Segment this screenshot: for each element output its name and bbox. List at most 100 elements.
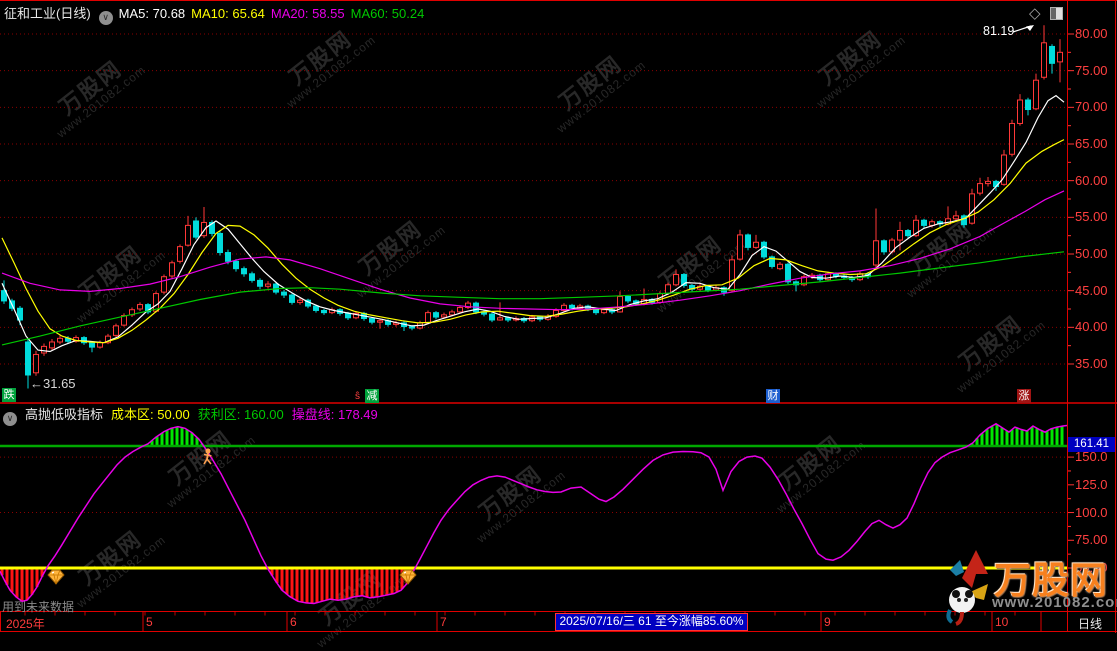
candle-body [898,231,903,241]
indicator-bar-down [321,568,324,601]
indicator-bar-up [1026,431,1029,446]
price-axis-label: 50.00 [1075,246,1108,261]
candle-body [410,327,415,328]
candle-body [90,343,95,347]
candle-body [346,313,351,317]
candle-body [834,274,839,276]
badge-fall: 跌 [2,388,16,402]
ma-line-ma60 [2,252,1064,345]
indicator-axis-label: 100.0 [1075,505,1108,520]
price-axis-label: 80.00 [1075,26,1108,41]
candle-body [1018,100,1023,123]
indicator-axis-label: 75.00 [1075,532,1108,547]
indicator-bar-down [346,568,349,599]
candle-body [778,264,783,268]
candle-body [322,310,327,312]
year-label[interactable]: 2025年 [6,615,45,632]
candle-body [114,326,119,336]
indicator-bar-down [366,568,369,597]
indicator-bar-up [996,424,999,446]
indicator-bar-down [286,568,289,594]
candle-body [258,280,263,286]
candle-body [874,241,879,265]
badge-rise: 涨 [1017,389,1031,403]
ma-line-ma5 [2,96,1064,352]
indicator-current-value: 161.41 [1068,437,1115,452]
indicator-header: ∨高抛低吸指标成本区: 50.00获利区: 160.00操盘线: 178.49 [3,404,386,426]
candle-body [290,295,295,302]
indicator-bar-down [396,568,399,592]
indicator-bar-up [1061,426,1064,446]
indicator-bar-up [161,433,164,446]
indicator-bar-down [11,568,14,592]
operate-line-curve [0,424,1067,604]
operate-line-value: 操盘线: 178.49 [292,407,378,422]
candle-body [754,242,759,247]
collapse-indicator2-icon[interactable]: ∨ [3,412,17,426]
indicator-bar-down [326,568,329,600]
candle-body [98,343,103,347]
indicator-bar-up [1041,431,1044,446]
price-axis-label: 65.00 [1075,136,1108,151]
candle-body [626,297,631,301]
indicator-bar-down [316,568,319,603]
badge-s-mark: ŝ [355,391,360,402]
ma10-value: MA10: 65.64 [191,6,265,21]
candle-body [746,235,751,247]
candle-body [450,312,455,315]
candle-body [226,253,231,262]
candlestick-chart[interactable] [0,0,1117,633]
collapse-indicator-icon[interactable]: ∨ [99,11,113,25]
ma60-value: MA60: 50.24 [351,6,425,21]
candle-body [1058,52,1063,62]
indicator-bar-up [171,428,174,446]
diamond-gadget-icon[interactable]: ◇ [1029,4,1041,22]
price-axis-label: 60.00 [1075,173,1108,188]
indicator-bar-up [1011,430,1014,446]
indicator-bar-down [301,568,304,602]
indicator-bar-down [336,568,339,600]
logo-url-text: www.201082.com [992,594,1117,611]
candle-body [970,194,975,223]
sell-signal-person-icon [204,448,212,464]
indicator-bar-up [1006,431,1009,446]
candle-body [442,315,447,317]
stock-title: 征和工业(日线) [4,6,91,21]
candle-body [882,241,887,252]
indicator-bar-up [1056,427,1059,446]
month-label[interactable]: 9 [824,615,831,629]
price-axis-label: 45.00 [1075,283,1108,298]
month-label[interactable]: 5 [146,615,153,629]
indicator-bar-up [176,427,179,446]
candle-body [786,264,791,282]
candle-body [162,277,167,292]
ma5-value: MA5: 70.68 [119,6,186,21]
candle-body [42,346,47,353]
indicator-bar-down [341,568,344,600]
candle-body [170,263,175,276]
indicator-bar-up [986,429,989,446]
month-label[interactable]: 6 [290,615,297,629]
indicator-bar-down [281,568,284,590]
badge-wealth: 财 [766,389,780,403]
cost-zone-value: 成本区: 50.00 [111,407,190,422]
candle-body [234,261,239,268]
candle-body [250,274,255,281]
price-axis-label: 75.00 [1075,63,1108,78]
candle-body [50,342,55,348]
candle-body [1034,80,1039,109]
candle-body [498,318,503,320]
indicator-bar-down [371,568,374,598]
badge-reduce: 减 [365,389,379,403]
indicator-bar-up [186,430,189,446]
indicator-bar-up [1001,428,1004,446]
indicator-bar-up [181,428,184,446]
candle-body [1042,43,1047,77]
split-window-icon[interactable] [1050,7,1063,20]
indicator-bar-down [296,568,299,601]
indicator-bar-down [331,568,334,599]
month-label[interactable]: 7 [440,615,447,629]
candle-body [194,221,199,237]
indicator-bar-down [356,568,359,596]
candle-body [1050,46,1055,63]
